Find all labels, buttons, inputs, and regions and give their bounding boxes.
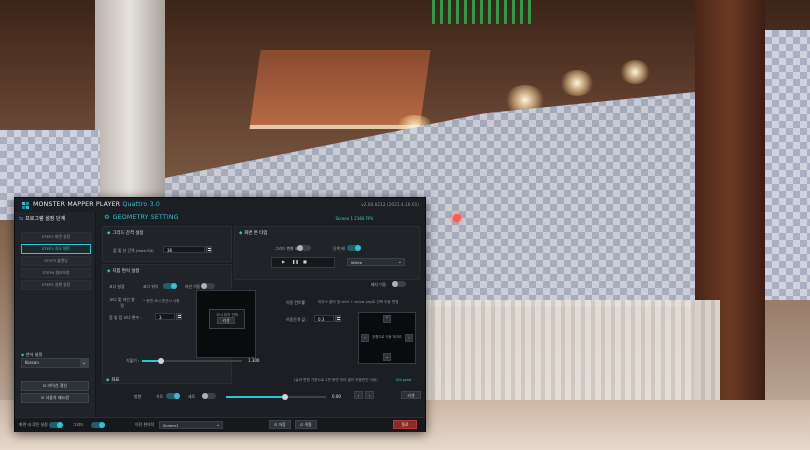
grid-label: 그리드 xyxy=(73,422,84,427)
hanging-decoration xyxy=(432,0,532,24)
ceiling-light xyxy=(560,70,594,96)
title-bar: MONSTER MAPPER PLAYER Quattro 3.0 v2.00.… xyxy=(15,198,425,212)
page-title: ⚙ GEOMETRY SETTING xyxy=(104,214,179,221)
vertical-toggle[interactable] xyxy=(202,393,216,399)
horizontal-toggle[interactable] xyxy=(166,393,180,399)
grid-spacing-input[interactable]: 36 xyxy=(163,246,205,253)
license-button[interactable]: ⊡ 라이선 갱신 xyxy=(21,381,89,391)
laser-dot xyxy=(453,214,461,222)
sidebar-step-2[interactable]: STEP2 지오 메트 xyxy=(21,244,91,254)
points-label: 점 및 점 코너 편수 : xyxy=(109,315,142,320)
routine-toggle[interactable] xyxy=(49,422,63,428)
corner-line-label: 코너 및 라인 설정 xyxy=(109,297,135,308)
grid-toggle-label: 그리드 변화 표 xyxy=(275,246,299,251)
step-stepper[interactable] xyxy=(335,315,341,322)
screen-type-panel: ◆ 화면 톤 타입 그리드 변화 표 단색 배 ▶ ❚❚ ■ White ⌄ xyxy=(234,226,420,280)
points-stepper[interactable] xyxy=(176,313,182,320)
manual-button[interactable]: ⊡ 사용자 매뉴얼 xyxy=(21,393,89,403)
grid-pattern-toggle[interactable] xyxy=(297,245,311,251)
version-label: v2.00.0212 (2021.4.16.01) xyxy=(361,203,419,208)
grid-spacing-label: 점 및 선 간격 (max:50) xyxy=(113,248,154,253)
language-select[interactable]: Korean ⌄ xyxy=(21,358,89,368)
pause-icon[interactable]: ❚❚ xyxy=(292,259,299,264)
bottom-bar: 화면 내 루틴 설정 그리드 이전 편의적 Screen1 ⌄ ⊡ 저장 ⊡ 적용… xyxy=(15,417,425,432)
offset-hint: (슬라 변형 기준으로 2번 화면 부터 결리 허용만인 이동) xyxy=(294,378,378,382)
offset-value: 0.00 xyxy=(332,394,341,399)
playback-controls: ▶ ❚❚ ■ xyxy=(271,257,335,268)
apply-button[interactable]: ⊡ 적용 xyxy=(295,420,317,429)
resolution-info: Screen 1 2160 FPS xyxy=(335,216,373,221)
grid-section-title: ◆ 그리드 간격 설정 xyxy=(107,231,144,236)
preview-reset-button[interactable]: 리셋 xyxy=(217,317,235,324)
move-control-label: 이동 컨트롤 xyxy=(286,300,306,305)
sidebar: ⇆ 프로그램 설정 단계 STEP1 화면 설정 STEP2 지오 메트 STEP… xyxy=(15,212,96,417)
move-hint: 마우스 클릭 및 shift + arrow key로 선택 이동 변경 xyxy=(318,300,399,304)
gamma-slider[interactable] xyxy=(142,358,242,364)
curve-toggle[interactable] xyxy=(392,281,406,287)
corner-preview[interactable]: 코너 위치 선택 xyxy=(196,290,256,358)
offset-slider[interactable] xyxy=(226,394,326,400)
offset-pixel-info: 0/0 pixel xyxy=(396,378,412,382)
gamma-value: 1.300 xyxy=(248,358,260,363)
arrow-left-icon[interactable]: ‹ xyxy=(361,334,369,342)
app-title: MONSTER MAPPER PLAYER Quattro 3.0 xyxy=(33,201,161,208)
sidebar-step-1[interactable]: STEP1 화면 설정 xyxy=(21,232,91,242)
save-button[interactable]: ⊡ 저장 xyxy=(269,420,291,429)
sidebar-step-5[interactable]: STEP5 실행 설정 xyxy=(21,280,91,290)
arrow-down-icon[interactable]: ⌄ xyxy=(383,353,391,361)
solid-toggle-label: 단색 배 xyxy=(333,246,345,251)
offset-section-title: ◆ 좌표 xyxy=(106,378,120,383)
color-select[interactable]: White ⌄ xyxy=(347,258,405,266)
sidebar-title: ⇆ 프로그램 설정 단계 xyxy=(19,216,66,222)
offset-increase-button[interactable]: › xyxy=(365,391,374,399)
direction-label: 방향 xyxy=(134,394,142,399)
corner-label: 코너 설정 xyxy=(109,284,125,289)
corner-hint: • 평면 코너 편선시 사용 xyxy=(143,299,180,303)
line-toggle[interactable] xyxy=(201,283,215,289)
arrow-pad: ⌃ ‹ › ⌄ 방향으로 이동 하여라 xyxy=(358,312,416,364)
grid-bottom-toggle[interactable] xyxy=(91,422,105,428)
ceiling-light xyxy=(620,60,650,84)
sidebar-step-3[interactable]: STEP3 블렌딩 xyxy=(21,256,91,266)
gamma-label: 기울기 : xyxy=(126,358,140,363)
arrow-pad-center-label: 방향으로 이동 하여라 xyxy=(372,335,402,339)
play-icon[interactable]: ▶ xyxy=(282,259,285,264)
routine-label: 화면 내 루틴 설정 xyxy=(19,422,48,427)
points-input[interactable]: 3 xyxy=(155,313,175,320)
offset-reset-button[interactable]: 리셋 xyxy=(401,391,421,399)
arrow-up-icon[interactable]: ⌃ xyxy=(383,315,391,323)
corner-toggle-label: 코너 위치 xyxy=(143,284,159,289)
arrow-right-icon[interactable]: › xyxy=(405,334,413,342)
screen-select[interactable]: Screen1 ⌄ xyxy=(159,421,223,429)
step-input[interactable]: 0.3 xyxy=(314,315,334,322)
main-content: ⚙ GEOMETRY SETTING Screen 1 2160 FPS ◆ 그리드… xyxy=(96,212,425,417)
grid-spacing-stepper[interactable] xyxy=(206,246,212,253)
app-window: MONSTER MAPPER PLAYER Quattro 3.0 v2.00.… xyxy=(14,197,426,432)
offset-decrease-button[interactable]: ‹ xyxy=(354,391,363,399)
vertical-label: 세로 xyxy=(188,394,195,399)
app-logo-icon xyxy=(22,202,29,209)
grid-panel: ◆ 그리드 간격 설정 점 및 선 간격 (max:50) 36 xyxy=(102,226,232,262)
screen-select-label: 이전 편의적 xyxy=(135,422,155,427)
settings-icon: ⇆ xyxy=(19,216,24,222)
chevron-down-icon: ⌄ xyxy=(215,422,221,428)
chevron-down-icon: ⌄ xyxy=(80,359,88,367)
projection-screen-right xyxy=(765,30,810,300)
horizontal-label: 가로 xyxy=(156,394,163,399)
edit-section-title: ◆ 지폼 편석 설정 xyxy=(107,269,140,274)
sidebar-step-4[interactable]: STEP4 컬러보정 xyxy=(21,268,91,278)
solid-color-toggle[interactable] xyxy=(347,245,361,251)
step-label: 이동간격 값 : xyxy=(286,317,308,322)
stop-icon[interactable]: ■ xyxy=(303,259,307,264)
curve-toggle-label: 베지 이동 xyxy=(371,282,387,287)
corner-toggle[interactable] xyxy=(163,283,177,289)
close-button[interactable]: 종료 xyxy=(393,420,417,429)
screen-type-section-title: ◆ 화면 톤 타입 xyxy=(239,231,268,236)
chevron-down-icon: ⌄ xyxy=(397,259,403,265)
gear-icon: ⚙ xyxy=(104,214,110,221)
